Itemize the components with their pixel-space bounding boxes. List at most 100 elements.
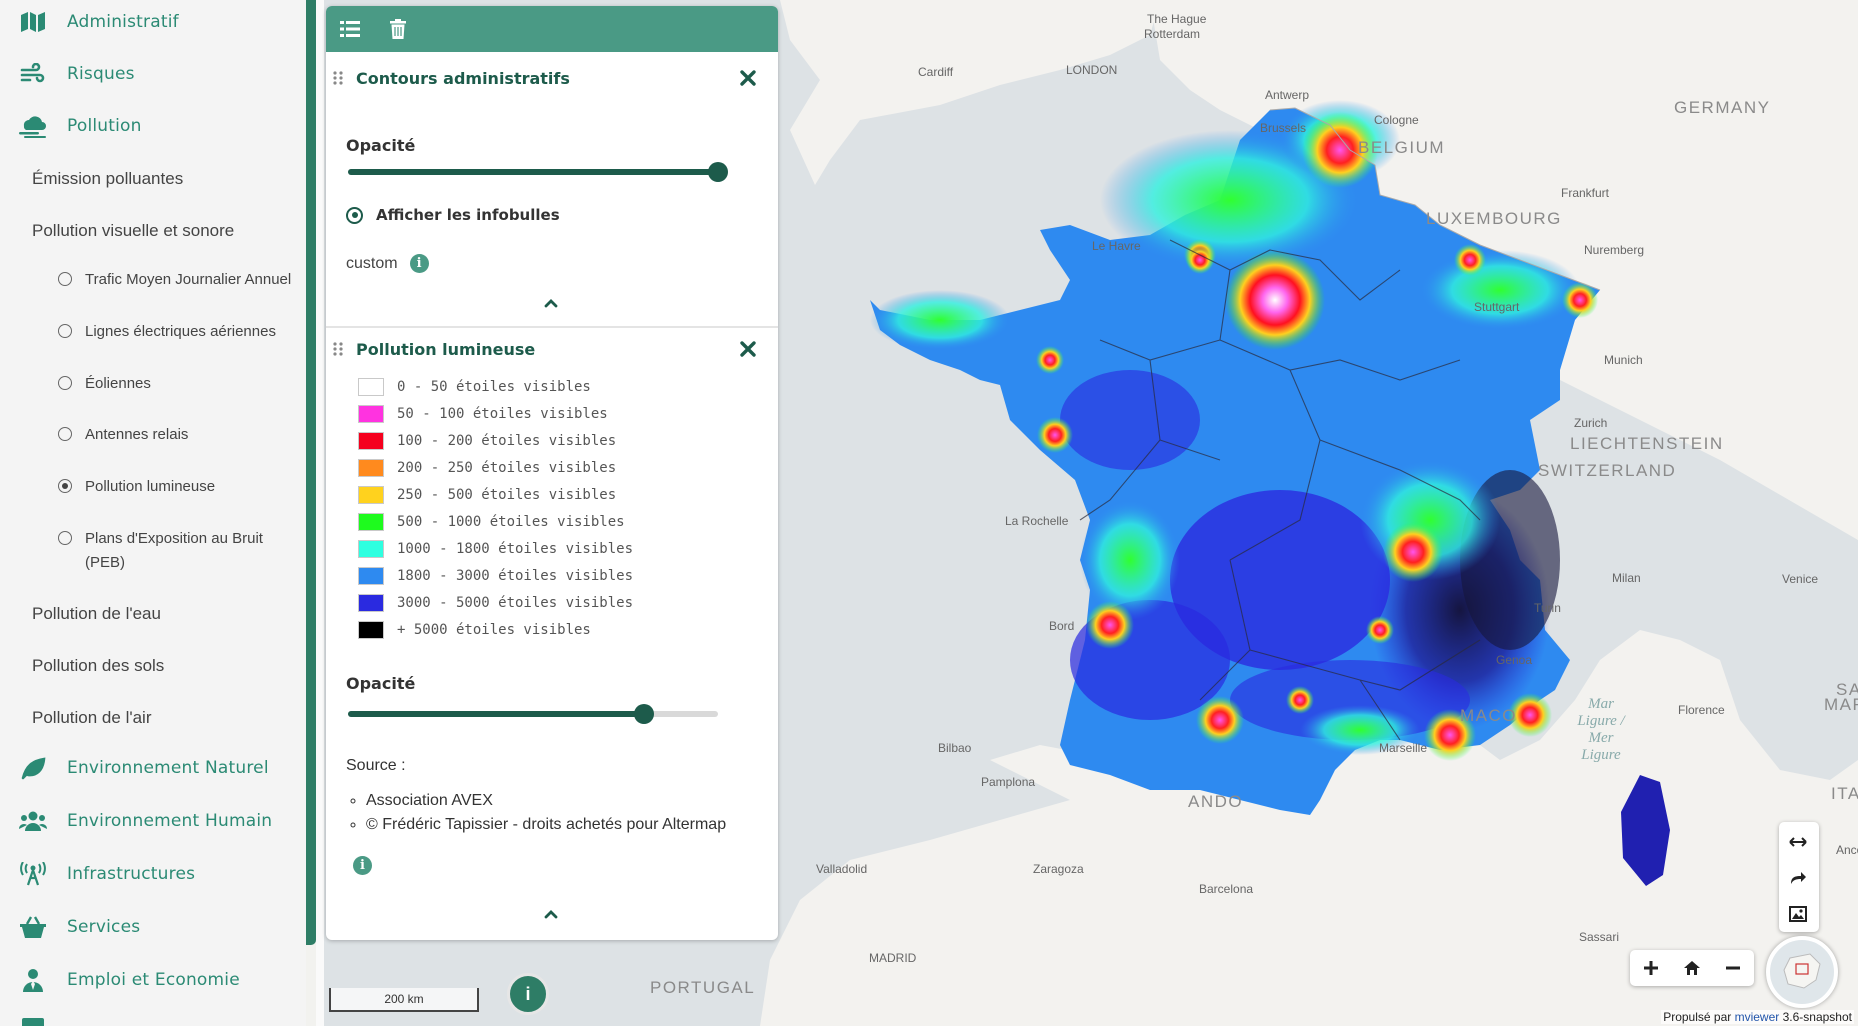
- category-label: Risques: [67, 64, 135, 84]
- map-label-city: Cardiff: [918, 65, 954, 79]
- layer-item-lignes[interactable]: Lignes électriques aériennes: [58, 320, 306, 344]
- style-row: custom i: [346, 254, 429, 273]
- close-icon[interactable]: [738, 339, 758, 359]
- map-label-sea: Mar Ligure / Mer Ligure: [1577, 696, 1625, 763]
- drag-handle-icon[interactable]: [332, 341, 344, 357]
- info-button[interactable]: i: [507, 973, 549, 1015]
- category-label: Environnement Humain: [67, 811, 273, 831]
- opacity-label: Opacité: [346, 136, 416, 155]
- legend-item: 3000 - 5000 étoiles visibles: [358, 594, 633, 612]
- legend-label: 100 - 200 étoiles visibles: [397, 433, 617, 449]
- map-label-city: Bilbao: [938, 741, 972, 755]
- layer-item-trafic[interactable]: Trafic Moyen Journalier Annuel: [58, 268, 306, 292]
- map-label-city: Nuremberg: [1584, 243, 1645, 257]
- overview-map-image: [1783, 953, 1821, 989]
- collapse-chevron-icon[interactable]: [536, 291, 566, 315]
- opacity-slider[interactable]: [348, 704, 718, 724]
- map-label-country: LIECHTENSTEIN: [1570, 434, 1724, 453]
- subcategory-sols[interactable]: Pollution des sols: [32, 656, 164, 676]
- antenna-icon: [17, 861, 49, 887]
- slider-handle[interactable]: [634, 704, 654, 724]
- share-icon[interactable]: [1779, 860, 1817, 896]
- legend-item: + 5000 étoiles visibles: [358, 621, 591, 639]
- attribution-link[interactable]: mviewer: [1735, 1010, 1780, 1024]
- legend-item: 500 - 1000 étoiles visibles: [358, 513, 625, 531]
- category-environnement-naturel[interactable]: Environnement Naturel: [0, 746, 306, 790]
- subcategory-air[interactable]: Pollution de l'air: [32, 708, 151, 728]
- wind-icon: [17, 61, 49, 87]
- layer-item-eoliennes[interactable]: Éoliennes: [58, 372, 306, 396]
- legend-item: 0 - 50 étoiles visibles: [358, 378, 591, 396]
- subcategory-eau[interactable]: Pollution de l'eau: [32, 604, 161, 624]
- layer-item-peb[interactable]: Plans d'Exposition au Bruit (PEB): [58, 527, 306, 575]
- info-icon[interactable]: i: [353, 856, 372, 875]
- trash-icon[interactable]: [386, 17, 410, 41]
- close-icon[interactable]: [738, 68, 758, 88]
- map-label-city: Milan: [1612, 571, 1641, 585]
- drag-handle-icon[interactable]: [332, 70, 344, 86]
- measure-icon[interactable]: [1779, 824, 1817, 860]
- category-services[interactable]: Services: [0, 905, 306, 949]
- zoom-out-icon[interactable]: [1712, 950, 1754, 986]
- legend-item: 1800 - 3000 étoiles visibles: [358, 567, 633, 585]
- infobulles-option[interactable]: Afficher les infobulles: [346, 206, 560, 224]
- overview-map[interactable]: [1766, 936, 1838, 1008]
- category-environnement-humain[interactable]: Environnement Humain: [0, 799, 306, 843]
- legend-swatch: [358, 540, 384, 558]
- map-label-country: GERMANY: [1674, 98, 1771, 117]
- divider: [326, 326, 778, 328]
- legend-label: 3000 - 5000 étoiles visibles: [397, 595, 634, 611]
- source-list: Association AVEX © Frédéric Tapissier - …: [366, 789, 726, 837]
- category-emploi-economie[interactable]: Emploi et Economie: [0, 958, 306, 1002]
- legend-swatch: [358, 432, 384, 450]
- legend-item: 1000 - 1800 étoiles visibles: [358, 540, 633, 558]
- slider-handle[interactable]: [708, 162, 728, 182]
- radio-button[interactable]: [58, 531, 72, 545]
- subcategory-pollution-visuelle[interactable]: Pollution visuelle et sonore: [32, 221, 234, 241]
- category-administratif[interactable]: Administratif: [0, 0, 306, 44]
- category-infrastructures[interactable]: Infrastructures: [0, 852, 306, 896]
- subcategory-emission[interactable]: Émission polluantes: [32, 169, 183, 189]
- infobulles-label: Afficher les infobulles: [376, 206, 560, 224]
- map-label-country: ITAL: [1831, 784, 1858, 803]
- map-label-city: Ancona: [1836, 843, 1858, 857]
- legend-block-header: Pollution lumineuse: [326, 329, 778, 369]
- zoom-in-icon[interactable]: [1630, 950, 1672, 986]
- radio-button-checked[interactable]: [346, 206, 363, 224]
- radio-button[interactable]: [58, 427, 72, 441]
- legend-panel: Contours administratifs Opacité Afficher…: [326, 6, 778, 940]
- user-tie-icon: [17, 967, 49, 993]
- sidebar-gutter: [316, 0, 324, 1026]
- layer-label: Trafic Moyen Journalier Annuel: [85, 271, 292, 288]
- sidebar-scrollbar[interactable]: [306, 0, 316, 945]
- category-label: Pollution: [67, 116, 142, 136]
- category-label: Services: [67, 917, 141, 937]
- opacity-slider[interactable]: [348, 162, 728, 182]
- category-risques[interactable]: Risques: [0, 52, 306, 96]
- scale-bar: 200 km: [329, 988, 479, 1012]
- radio-button[interactable]: [58, 376, 72, 390]
- layer-label: Éoliennes: [85, 375, 151, 392]
- radio-button[interactable]: [58, 272, 72, 286]
- legend-label: 50 - 100 étoiles visibles: [397, 406, 608, 422]
- home-icon[interactable]: [1672, 950, 1712, 986]
- legend-panel-header: [326, 6, 778, 52]
- layer-item-pollution-lumineuse[interactable]: Pollution lumineuse: [58, 475, 306, 499]
- layer-item-antennes[interactable]: Antennes relais: [58, 423, 306, 447]
- radio-button[interactable]: [58, 324, 72, 338]
- zoom-toolbar: [1630, 950, 1754, 986]
- list-icon[interactable]: [338, 17, 362, 41]
- radio-button-checked[interactable]: [58, 479, 72, 493]
- export-image-icon[interactable]: [1779, 896, 1817, 932]
- legend-item: 50 - 100 étoiles visibles: [358, 405, 608, 423]
- collapse-chevron-icon[interactable]: [536, 902, 566, 926]
- source-item: © Frédéric Tapissier - droits achetés po…: [366, 813, 726, 837]
- map-tools-toolbar: [1779, 822, 1819, 932]
- smog-icon: [17, 113, 49, 139]
- style-label: custom: [346, 254, 398, 272]
- category-pollution[interactable]: Pollution: [0, 104, 306, 148]
- map-label-city: Sassari: [1579, 930, 1620, 944]
- attribution: Propulsé par mviewer 3.6-snapshot: [1661, 1010, 1854, 1024]
- layer-label: Plans d'Exposition au Bruit (PEB): [85, 530, 263, 571]
- info-icon[interactable]: i: [409, 254, 429, 273]
